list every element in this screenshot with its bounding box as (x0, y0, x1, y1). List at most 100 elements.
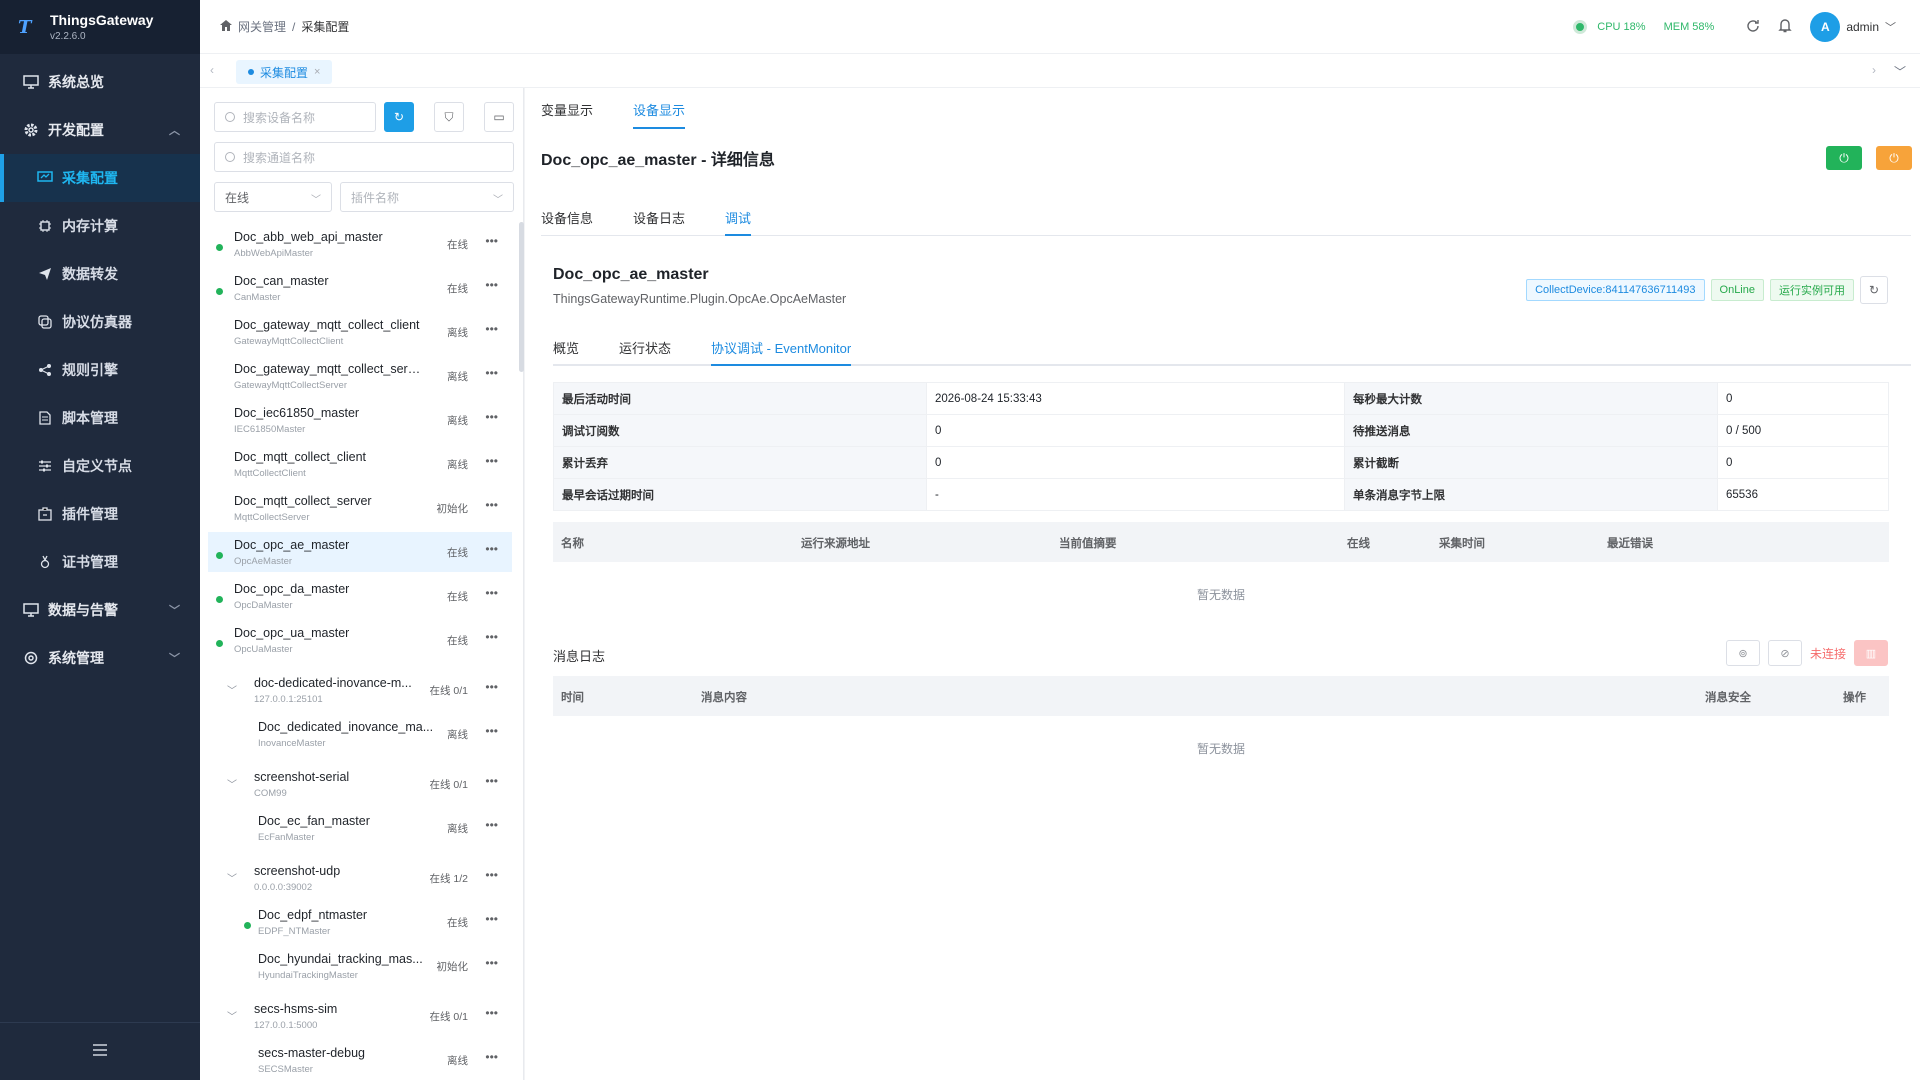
avatar[interactable]: A (1810, 12, 1841, 42)
more-icon[interactable]: ••• (485, 1050, 498, 1064)
refresh-icon: ↻ (393, 110, 405, 124)
more-icon[interactable]: ••• (485, 410, 498, 424)
tab-overview[interactable]: 概览 (553, 338, 579, 364)
stop-button[interactable]: ⏻ (1876, 146, 1912, 170)
device-row[interactable]: Doc_dedicated_inovance_ma... InovanceMast… (208, 714, 512, 754)
sidebar-item-overview[interactable]: 系统总览 (0, 58, 200, 106)
more-icon[interactable]: ••• (485, 630, 498, 644)
more-icon[interactable]: ••• (485, 774, 498, 788)
sidebar-item-rule-engine[interactable]: 规则引擎 (0, 346, 200, 394)
chevron-right-icon[interactable]: › (1872, 63, 1876, 77)
tab-collect-config[interactable]: 采集配置 × (236, 60, 333, 84)
more-icon[interactable]: ••• (485, 956, 498, 970)
collapse-menu-button[interactable] (0, 1022, 200, 1080)
tab-debug[interactable]: 调试 (725, 208, 752, 236)
search-channel-input[interactable]: 搜索通道名称 (214, 142, 514, 172)
filter-button[interactable]: ⛉ (434, 102, 464, 132)
tab-event-monitor[interactable]: 协议调试 - EventMonitor (711, 338, 852, 366)
device-row[interactable]: Doc_gateway_mqtt_collect_client GatewayMq… (208, 312, 512, 352)
more-icon[interactable]: ••• (485, 542, 498, 556)
more-icon[interactable]: ••• (485, 912, 498, 926)
channel-row[interactable]: ﹀ secs-hsms-sim 127.0.0.1:5000 在线 0/1 ••• (208, 996, 512, 1036)
breadcrumb-item[interactable]: 网关管理 (238, 18, 286, 35)
device-tree-panel: 搜索设备名称 ↻ ⛉ ▭ 搜索通道名称 在线 ﹀ 插件名称 ﹀ Doc_abb_we… (200, 88, 524, 1080)
display-button[interactable]: ▭ (484, 102, 514, 132)
sidebar-item-custom-node[interactable]: 自定义节点 (0, 442, 200, 490)
device-row[interactable]: Doc_gateway_mqtt_collect_server GatewayMq… (208, 356, 512, 396)
tab-device-log[interactable]: 设备日志 (633, 208, 685, 235)
refresh-icon[interactable] (1746, 19, 1760, 36)
trash-icon: ▥ (1865, 647, 1877, 660)
sidebar-item-dev-config[interactable]: 开发配置 ︿ (0, 106, 200, 154)
sidebar-item-certificate[interactable]: 证书管理 (0, 538, 200, 586)
tab-runtime-status[interactable]: 运行状态 (619, 338, 671, 364)
connect-button[interactable]: ⊚ (1725, 640, 1760, 666)
plugin-select[interactable]: 插件名称 ﹀ (340, 182, 514, 212)
chevron-down-icon[interactable]: ﹀ (227, 1008, 237, 1023)
device-row[interactable]: Doc_mqtt_collect_server MqttCollectServer… (208, 488, 512, 528)
channel-row[interactable]: ﹀ doc-dedicated-inovance-m... 127.0.0.1:25… (208, 670, 512, 710)
more-icon[interactable]: ••• (485, 498, 498, 512)
more-icon[interactable]: ••• (485, 1006, 498, 1020)
device-row[interactable]: Doc_mqtt_collect_client MqttCollectClient… (208, 444, 512, 484)
sidebar-item-memory-compute[interactable]: 内存计算 (0, 202, 200, 250)
sidebar-item-plugin[interactable]: 插件管理 (0, 490, 200, 538)
device-name: Doc_edpf_ntmaster (258, 908, 368, 922)
chevron-down-icon[interactable]: ﹀ (227, 870, 237, 885)
more-icon[interactable]: ••• (485, 278, 498, 292)
device-row[interactable]: Doc_edpf_ntmaster EDPF_NTMaster 在线 ••• (208, 902, 512, 942)
device-row[interactable]: Doc_hyundai_tracking_mas... HyundaiTracki… (208, 946, 512, 986)
more-icon[interactable]: ••• (485, 454, 498, 468)
start-button[interactable]: ⏻ (1826, 146, 1862, 170)
chevron-down-icon[interactable]: ﹀ (227, 682, 237, 697)
tab-variable-view[interactable]: 变量显示 (541, 100, 593, 129)
stat-label: 最后活动时间 (553, 382, 927, 415)
close-icon[interactable]: × (314, 66, 320, 78)
scrollbar[interactable] (519, 222, 524, 372)
device-row[interactable]: secs-master-debug SECSMaster 离线 ••• (208, 1040, 512, 1080)
more-icon[interactable]: ••• (485, 724, 498, 738)
sidebar-item-data-forward[interactable]: 数据转发 (0, 250, 200, 298)
tab-device-info[interactable]: 设备信息 (541, 208, 593, 235)
channel-row[interactable]: ﹀ screenshot-serial COM99 在线 0/1 ••• (208, 764, 512, 804)
chevron-left-icon[interactable]: ‹ (210, 63, 214, 77)
more-icon[interactable]: ••• (485, 234, 498, 248)
device-row[interactable]: Doc_opc_da_master OpcDaMaster 在线 ••• (208, 576, 512, 616)
sidebar-item-simulator[interactable]: 协议仿真器 (0, 298, 200, 346)
user-name[interactable]: admin (1846, 20, 1879, 34)
device-row[interactable]: Doc_abb_web_api_master AbbWebApiMaster 在线 •… (208, 224, 512, 264)
sidebar-item-data-alarm[interactable]: 数据与告警 ﹀ (0, 586, 200, 634)
chevron-down-icon[interactable]: ﹀ (227, 776, 237, 791)
sidebar-item-collect-config[interactable]: 采集配置 (0, 154, 200, 202)
sidebar-item-system[interactable]: 系统管理 ﹀ (0, 634, 200, 682)
device-row[interactable]: Doc_iec61850_master IEC61850Master 离线 ••• (208, 400, 512, 440)
pause-button[interactable]: ⊘ (1767, 640, 1802, 666)
status-select[interactable]: 在线 ﹀ (214, 182, 332, 212)
chevron-down-icon[interactable]: ﹀ (1885, 19, 1896, 35)
more-icon[interactable]: ••• (485, 366, 498, 380)
device-row[interactable]: Doc_opc_ae_master OpcAeMaster 在线 ••• (208, 532, 512, 572)
more-icon[interactable]: ••• (485, 322, 498, 336)
more-icon[interactable]: ••• (485, 586, 498, 600)
device-status: 初始化 (436, 503, 469, 515)
tab-device-view[interactable]: 设备显示 (633, 100, 686, 129)
device-name: Doc_iec61850_master (234, 406, 360, 420)
online-dot-icon (216, 552, 223, 559)
more-icon[interactable]: ••• (485, 818, 498, 832)
device-plugin: MqttCollectServer (234, 512, 310, 523)
bell-icon[interactable] (1778, 18, 1793, 36)
clear-button[interactable]: ▥ (1854, 640, 1888, 666)
stat-value: 0 (1717, 382, 1889, 415)
device-row[interactable]: Doc_opc_ua_master OpcUaMaster 在线 ••• (208, 620, 512, 660)
refresh-button[interactable]: ↻ (1860, 276, 1888, 304)
chevron-down-icon[interactable]: ﹀ (1894, 63, 1906, 80)
device-row[interactable]: Doc_ec_fan_master EcFanMaster 离线 ••• (208, 808, 512, 848)
channel-row[interactable]: ﹀ screenshot-udp 0.0.0.0:39002 在线 1/2 ••• (208, 858, 512, 898)
more-icon[interactable]: ••• (485, 680, 498, 694)
device-row[interactable]: Doc_can_master CanMaster 在线 ••• (208, 268, 512, 308)
search-device-input[interactable]: 搜索设备名称 (214, 102, 376, 132)
refresh-button[interactable]: ↻ (384, 102, 414, 132)
sidebar-item-script[interactable]: 脚本管理 (0, 394, 200, 442)
online-dot-icon (216, 288, 223, 295)
more-icon[interactable]: ••• (485, 868, 498, 882)
